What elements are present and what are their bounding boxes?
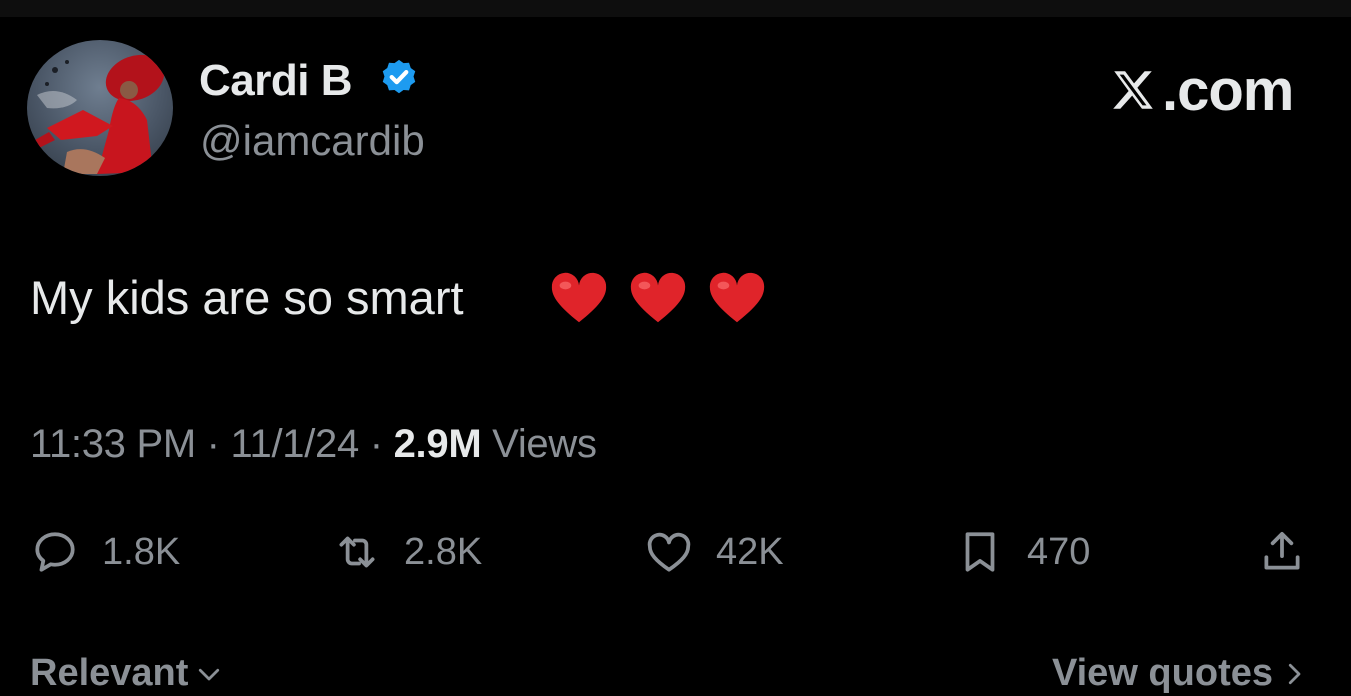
share-icon [1264,532,1300,570]
repost-button[interactable]: 2.8K [332,524,482,580]
tweet-text: My kids are so smart [30,271,464,324]
red-heart-emoji-icon [551,272,607,323]
chevron-right-icon [1288,663,1301,684]
tweet-time[interactable]: 11:33 PM [30,422,196,466]
bookmark-count: 470 [1027,530,1091,573]
x-logo-icon [1113,71,1153,109]
brand-logo: .com [1108,57,1294,123]
red-heart-emoji-icon [709,272,765,323]
emoji-group [548,268,768,330]
top-edge-strip [0,0,1351,17]
like-count: 42K [716,530,784,573]
views-count: 2.9M [393,422,482,466]
red-heart-emoji-icon [630,272,686,323]
like-button[interactable]: 42K [644,524,784,580]
views-label: Views [492,422,597,466]
bookmark-icon [965,532,995,572]
heart-outline-icon [647,532,691,572]
reply-icon [35,532,75,572]
view-quotes-label: View quotes [1051,652,1273,694]
repost-count: 2.8K [404,530,483,573]
display-name[interactable]: Cardi B [199,56,352,106]
reply-count: 1.8K [102,530,181,573]
user-handle[interactable]: @iamcardib [200,117,425,165]
tweet-date[interactable]: 11/1/24 [231,422,360,466]
meta-separator: · [369,422,383,466]
share-button[interactable] [1257,524,1307,580]
chevron-down-icon [199,668,220,680]
tweet-meta: 11:33 PM · 11/1/24 · 2.9M Views [30,422,597,467]
meta-separator: · [206,422,220,466]
repost-icon [339,536,375,568]
brand-domain-suffix: .com [1162,57,1294,123]
view-quotes-link[interactable]: View quotes [1052,652,1309,695]
bookmark-button[interactable]: 470 [955,524,1090,580]
sort-dropdown[interactable]: Relevant [30,652,224,695]
reply-button[interactable]: 1.8K [30,524,180,580]
sort-label: Relevant [30,652,189,694]
avatar-photo [35,54,165,174]
avatar[interactable] [27,40,173,176]
verified-badge-icon [382,59,416,94]
